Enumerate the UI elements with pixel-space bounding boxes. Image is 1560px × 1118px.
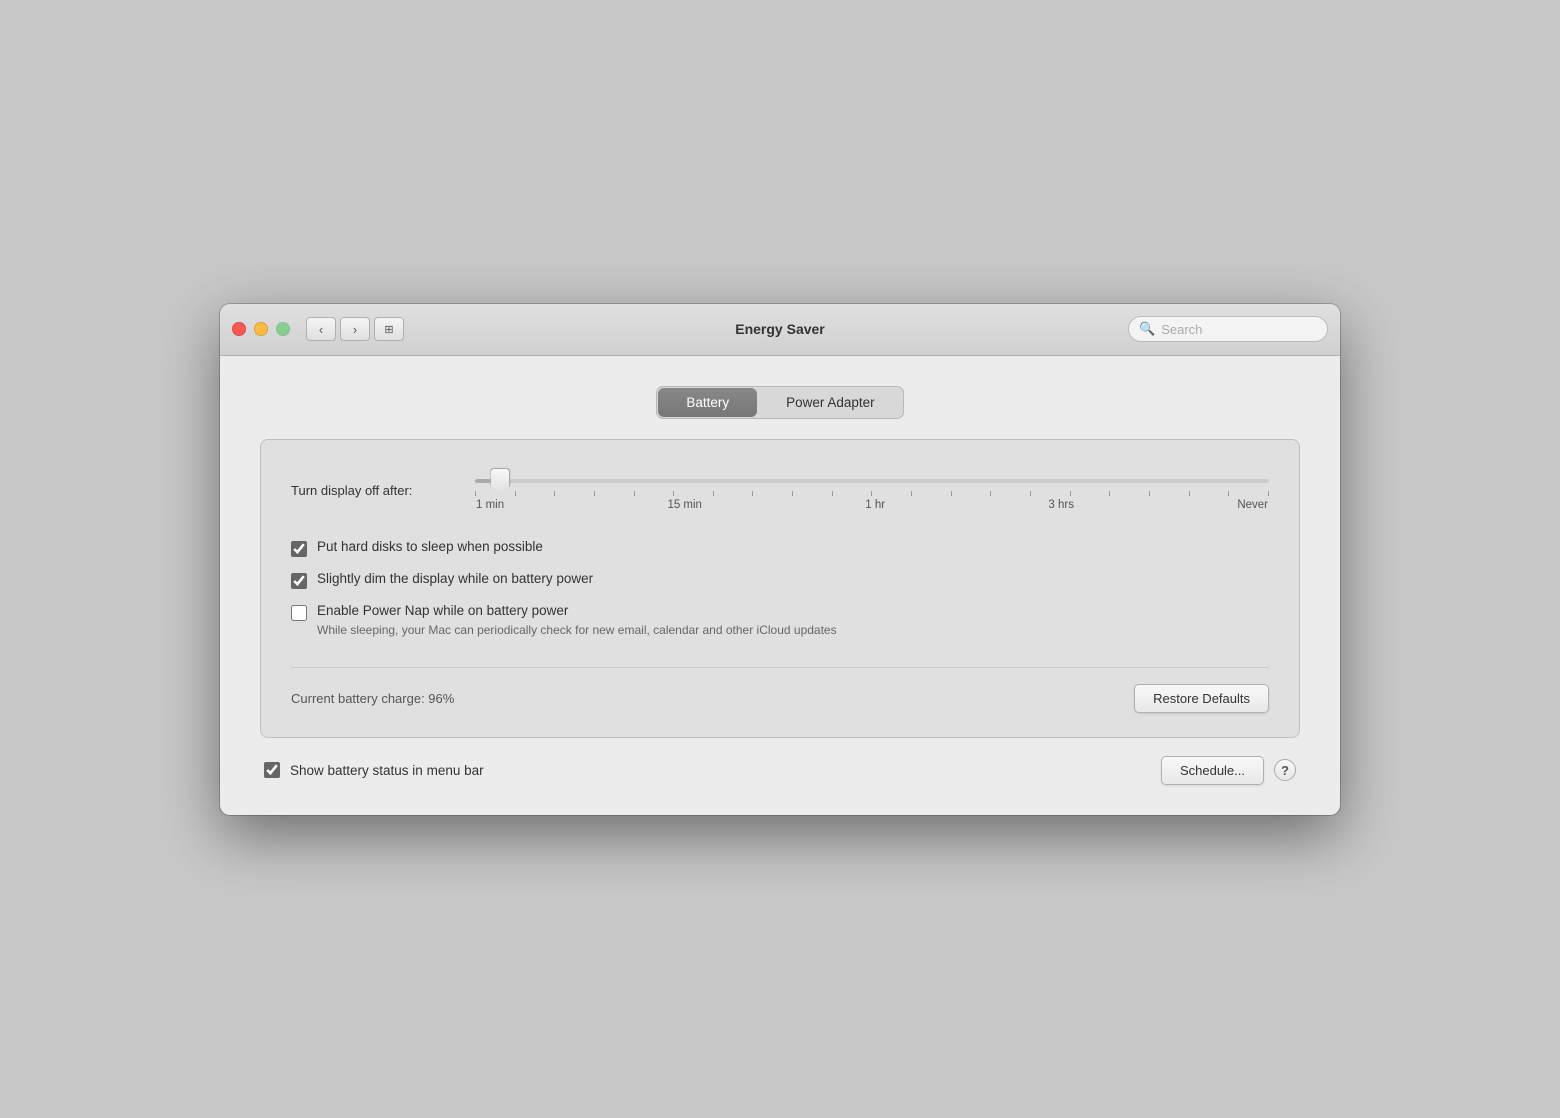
nav-buttons: ‹ ›	[306, 317, 370, 341]
maximize-button[interactable]	[276, 322, 290, 336]
search-box: 🔍	[1128, 316, 1328, 342]
checkbox-group: Put hard disks to sleep when possible Sl…	[291, 539, 1269, 637]
checkbox-dim-display-row: Slightly dim the display while on batter…	[291, 571, 1269, 589]
slider-label: Turn display off after:	[291, 483, 461, 498]
back-button[interactable]: ‹	[306, 317, 336, 341]
display-sleep-slider[interactable]	[475, 479, 1269, 483]
energy-saver-window: ‹ › ⊞ Energy Saver 🔍 Battery Power Adapt…	[220, 304, 1340, 815]
content-area: Battery Power Adapter Turn display off a…	[220, 356, 1340, 815]
tick-never: Never	[1237, 499, 1268, 511]
tick-3hrs: 3 hrs	[1048, 499, 1074, 511]
titlebar: ‹ › ⊞ Energy Saver 🔍	[220, 304, 1340, 356]
inner-panel-bottom: Current battery charge: 96% Restore Defa…	[291, 667, 1269, 713]
battery-charge-info: Current battery charge: 96%	[291, 691, 454, 706]
checkbox-hard-disks-row: Put hard disks to sleep when possible	[291, 539, 1269, 557]
dim-display-label[interactable]: Slightly dim the display while on batter…	[317, 571, 593, 586]
hard-disks-label[interactable]: Put hard disks to sleep when possible	[317, 539, 543, 554]
slider-tick-labels: 1 min 15 min 1 hr 3 hrs Never	[475, 499, 1269, 511]
grid-button[interactable]: ⊞	[374, 317, 404, 341]
tabs-container: Battery Power Adapter	[260, 386, 1300, 419]
inner-panel: Turn display off after:	[260, 439, 1300, 738]
restore-defaults-button[interactable]: Restore Defaults	[1134, 684, 1269, 713]
power-nap-checkbox[interactable]	[291, 605, 307, 621]
dim-display-checkbox[interactable]	[291, 573, 307, 589]
bottom-right-buttons: Schedule... ?	[1161, 756, 1296, 785]
show-battery-label[interactable]: Show battery status in menu bar	[290, 763, 484, 778]
hard-disks-checkbox[interactable]	[291, 541, 307, 557]
tab-power-adapter[interactable]: Power Adapter	[758, 387, 903, 418]
traffic-lights	[232, 322, 290, 336]
power-nap-label[interactable]: Enable Power Nap while on battery power	[317, 603, 568, 618]
search-input[interactable]	[1161, 322, 1311, 337]
help-button[interactable]: ?	[1274, 759, 1296, 781]
schedule-button[interactable]: Schedule...	[1161, 756, 1264, 785]
tick-15min: 15 min	[667, 499, 702, 511]
window-title: Energy Saver	[735, 321, 825, 337]
slider-row: Turn display off after:	[291, 470, 1269, 511]
show-battery-checkbox[interactable]	[264, 762, 280, 778]
checkbox-power-nap-block: Enable Power Nap while on battery power …	[291, 603, 1269, 637]
tick-1min: 1 min	[476, 499, 504, 511]
outer-bottom: Show battery status in menu bar Schedule…	[260, 756, 1300, 785]
show-battery-row: Show battery status in menu bar	[264, 762, 484, 778]
forward-button[interactable]: ›	[340, 317, 370, 341]
slider-section: Turn display off after:	[291, 470, 1269, 511]
search-icon: 🔍	[1139, 321, 1155, 337]
tab-battery[interactable]: Battery	[658, 388, 757, 417]
checkbox-power-nap-row: Enable Power Nap while on battery power	[291, 603, 1269, 621]
minimize-button[interactable]	[254, 322, 268, 336]
slider-container: 1 min 15 min 1 hr 3 hrs Never	[475, 470, 1269, 511]
close-button[interactable]	[232, 322, 246, 336]
tick-1hr: 1 hr	[865, 499, 885, 511]
tabs: Battery Power Adapter	[656, 386, 903, 419]
power-nap-sublabel: While sleeping, your Mac can periodicall…	[317, 623, 1269, 637]
